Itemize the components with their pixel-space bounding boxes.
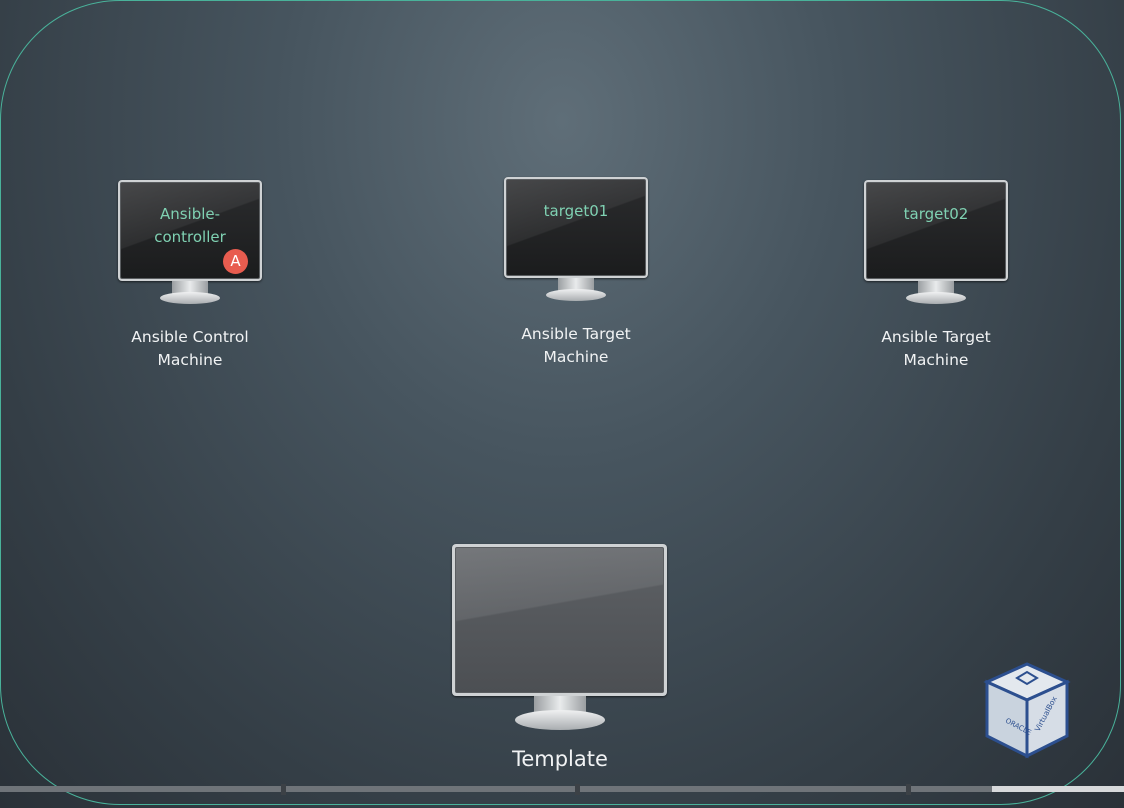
template-monitor <box>452 544 667 696</box>
target01-screen: target01 <box>506 179 646 276</box>
target01-base <box>546 289 606 301</box>
virtualbox-cube-icon: ORACLE VirtualBox <box>983 660 1071 760</box>
progress-remaining <box>992 786 1124 792</box>
target01-monitor: target01 <box>504 177 648 278</box>
target02-caption: Ansible Target Machine <box>881 328 991 369</box>
controller-caption: Ansible Control Machine <box>131 328 249 369</box>
target02-screen: target02 <box>866 182 1006 279</box>
progress-track[interactable] <box>0 786 1124 792</box>
target02-screen-label: target02 <box>903 205 969 223</box>
target02-base <box>906 292 966 304</box>
target01-screen-label: target01 <box>543 202 609 220</box>
target02-monitor: target02 <box>864 180 1008 281</box>
controller-base <box>160 292 220 304</box>
template-base <box>515 710 605 730</box>
progress-marker[interactable] <box>281 784 286 795</box>
controller-screen-label: Ansible- controller <box>154 205 226 246</box>
template-screen <box>455 547 664 693</box>
ansible-badge-icon: A <box>223 249 248 274</box>
controller-screen: Ansible- controller A <box>120 182 260 279</box>
controller-monitor: Ansible- controller A <box>118 180 262 281</box>
progress-marker[interactable] <box>906 784 911 795</box>
progress-marker[interactable] <box>575 784 580 795</box>
template-caption: Template <box>512 747 608 771</box>
target01-caption: Ansible Target Machine <box>521 325 631 366</box>
